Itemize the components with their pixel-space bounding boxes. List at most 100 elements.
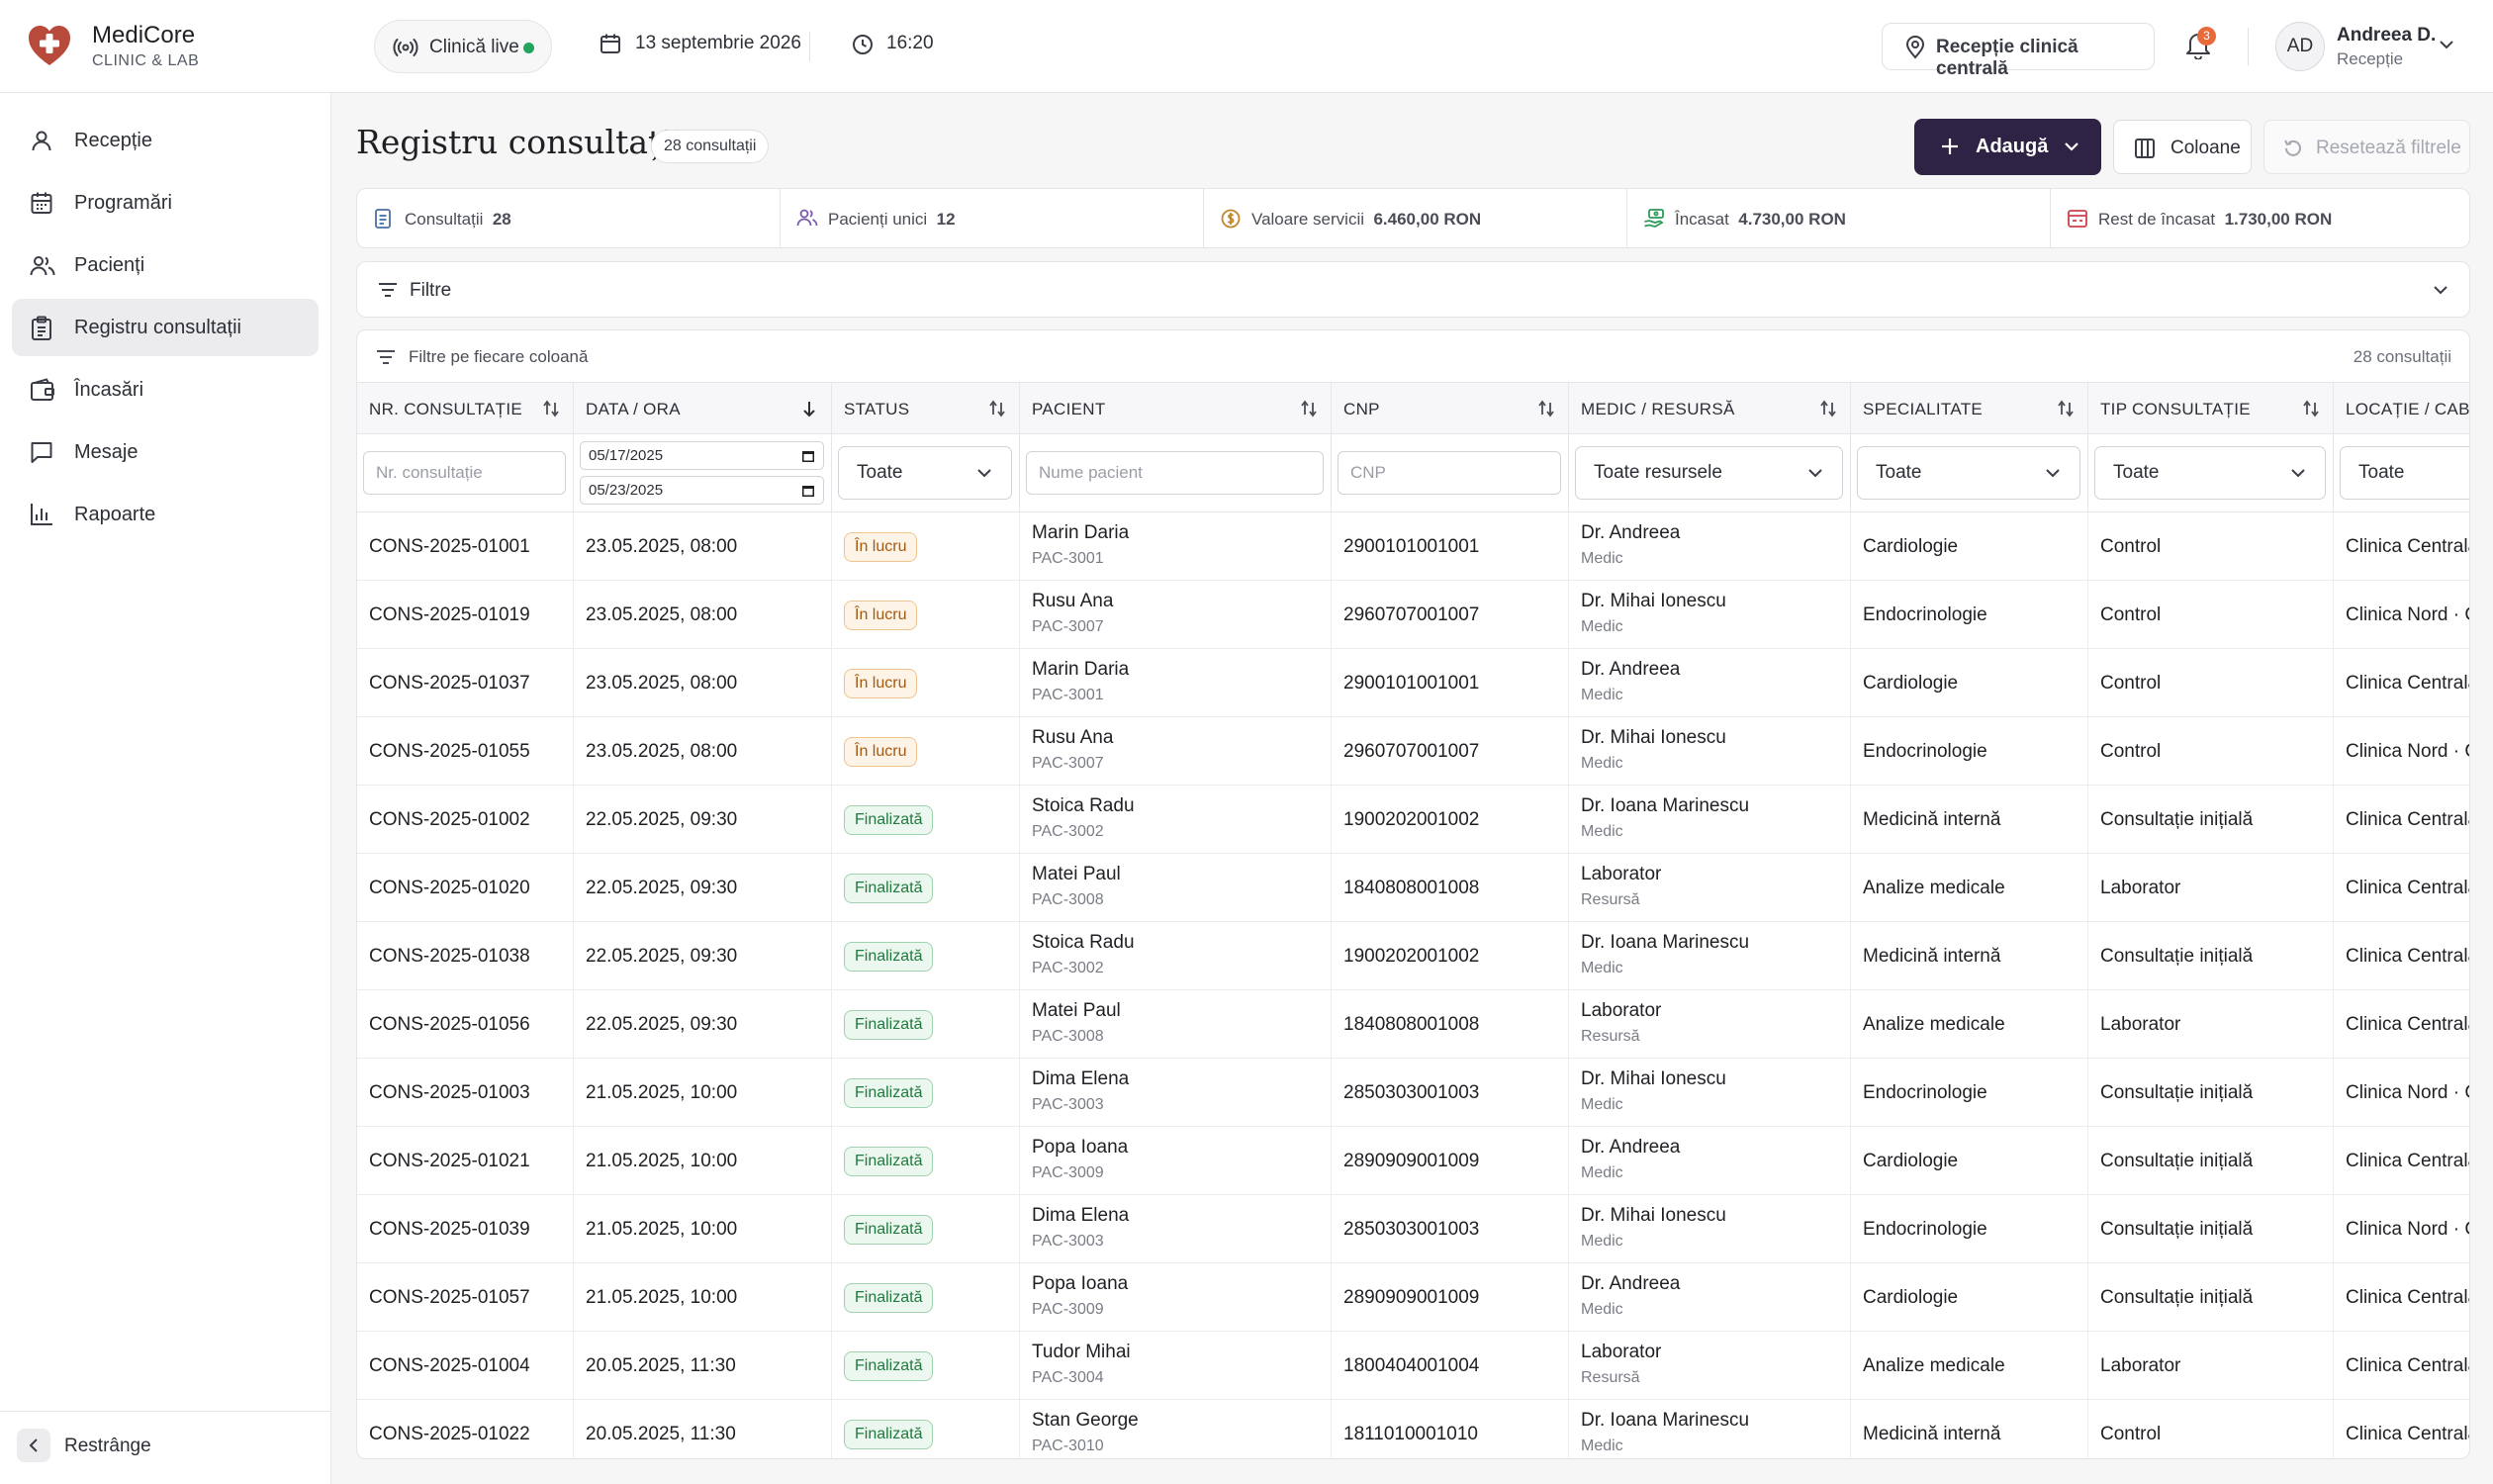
table-row[interactable]: CONS-2025-01021 21.05.2025, 10:00 Finaliza… [357, 1127, 2469, 1195]
patient-name[interactable]: Marin Daria [1032, 522, 1129, 544]
medic-filter-select[interactable]: Toate resursele [1575, 446, 1843, 500]
table-row[interactable]: CONS-2025-01056 22.05.2025, 09:30 Finaliza… [357, 990, 2469, 1059]
table-row[interactable]: CONS-2025-01039 21.05.2025, 10:00 Finaliza… [357, 1195, 2469, 1263]
sidebar-item-programari[interactable]: Programări [12, 174, 319, 232]
consultation-number[interactable]: CONS-2025-01003 [369, 1082, 530, 1104]
patient-name[interactable]: Popa Ioana [1032, 1273, 1128, 1295]
patient-name[interactable]: Stoica Radu [1032, 795, 1135, 817]
patient-name[interactable]: Dima Elena [1032, 1068, 1129, 1090]
column-header-patient[interactable]: PACIENT [1020, 383, 1332, 434]
status-filter-select[interactable]: Toate [838, 446, 1012, 500]
patient-name[interactable]: Rusu Ana [1032, 727, 1113, 749]
patient-name[interactable]: Matei Paul [1032, 864, 1121, 885]
collapse-sidebar-label[interactable]: Restrânge [64, 1436, 151, 1457]
column-header-date[interactable]: DATA / ORA [574, 383, 832, 434]
consultation-number[interactable]: CONS-2025-01057 [369, 1287, 530, 1309]
consultation-number[interactable]: CONS-2025-01056 [369, 1014, 530, 1036]
sort-icon[interactable] [987, 399, 1007, 418]
reset-filters-button[interactable]: Resetează filtrele [2263, 120, 2470, 174]
wallet-icon [31, 378, 54, 401]
column-header-status[interactable]: STATUS [832, 383, 1020, 434]
location-selector[interactable]: Recepție clinică centrală [1882, 23, 2155, 79]
sidebar-item-receptie[interactable]: Recepție [12, 112, 319, 169]
sort-icon[interactable] [1299, 399, 1319, 418]
table-row[interactable]: CONS-2025-01002 22.05.2025, 09:30 Finaliza… [357, 786, 2469, 854]
type-filter-select[interactable]: Toate [2094, 446, 2326, 500]
column-header-nr[interactable]: NR. CONSULTAȚIE [357, 383, 574, 434]
patient-name[interactable]: Dima Elena [1032, 1205, 1129, 1227]
table-row[interactable]: CONS-2025-01022 20.05.2025, 11:30 Finaliza… [357, 1400, 2469, 1458]
table-count: 28 consultații [2353, 347, 2451, 366]
patient-name[interactable]: Stoica Radu [1032, 932, 1135, 954]
medic-name: Dr. Ioana Marinescu [1581, 1410, 1750, 1431]
consultation-type: Consultație inițială [2100, 1151, 2254, 1171]
sort-icon[interactable] [1536, 399, 1556, 418]
user-avatar[interactable]: AD [2275, 22, 2325, 71]
consultation-number-filter-input[interactable]: Nr. consultație [363, 451, 566, 495]
patient-name-filter-input[interactable]: Nume pacient [1026, 451, 1324, 495]
clinic-live-pill[interactable]: Clinică live [374, 20, 552, 73]
consultation-number[interactable]: CONS-2025-01004 [369, 1355, 530, 1377]
consultation-number[interactable]: CONS-2025-01019 [369, 604, 530, 626]
patient-name[interactable]: Tudor Mihai [1032, 1342, 1131, 1363]
sidebar-item-incasari[interactable]: Încasări [12, 361, 319, 418]
table-row[interactable]: CONS-2025-01020 22.05.2025, 09:30 Finaliza… [357, 854, 2469, 922]
columns-icon [2135, 139, 2155, 158]
patient-name[interactable]: Marin Daria [1032, 659, 1129, 681]
sidebar-item-registru-consultatii[interactable]: Registru consultații [12, 299, 319, 356]
cnp-filter-input[interactable]: CNP [1338, 451, 1561, 495]
table-row[interactable]: CONS-2025-01003 21.05.2025, 10:00 Finaliza… [357, 1059, 2469, 1127]
header-time: 16:20 [886, 33, 934, 53]
sort-icon[interactable] [2301, 399, 2321, 418]
sidebar-item-pacienti[interactable]: Pacienți [12, 236, 319, 294]
consultation-number[interactable]: CONS-2025-01020 [369, 878, 530, 899]
table-row[interactable]: CONS-2025-01057 21.05.2025, 10:00 Finaliza… [357, 1263, 2469, 1332]
filters-panel-toggle[interactable]: Filtre [356, 261, 2470, 318]
consultation-number[interactable]: CONS-2025-01055 [369, 741, 530, 763]
collapse-sidebar-button[interactable] [17, 1429, 50, 1462]
table-row[interactable]: CONS-2025-01004 20.05.2025, 11:30 Finaliza… [357, 1332, 2469, 1400]
location-filter-select[interactable]: Toate [2340, 446, 2469, 500]
consultation-number[interactable]: CONS-2025-01002 [369, 809, 530, 831]
user-name[interactable]: Andreea D. [2337, 25, 2436, 46]
sort-icon[interactable] [1818, 399, 1838, 418]
consultation-number[interactable]: CONS-2025-01022 [369, 1424, 530, 1445]
consultation-number[interactable]: CONS-2025-01037 [369, 673, 530, 695]
column-header-cnp[interactable]: CNP [1332, 383, 1569, 434]
coin-icon [1221, 209, 1241, 229]
patient-name[interactable]: Rusu Ana [1032, 591, 1113, 612]
sidebar-item-mesaje[interactable]: Mesaje [12, 423, 319, 481]
table-row[interactable]: CONS-2025-01038 22.05.2025, 09:30 Finaliza… [357, 922, 2469, 990]
column-header-medic[interactable]: MEDIC / RESURSĂ [1569, 383, 1851, 434]
column-header-specialty[interactable]: SPECIALITATE [1851, 383, 2088, 434]
consultation-number[interactable]: CONS-2025-01021 [369, 1151, 530, 1172]
sort-desc-icon[interactable] [799, 399, 819, 418]
chevron-down-icon [977, 469, 991, 478]
column-header-location[interactable]: LOCAȚIE / CABINET [2334, 383, 2469, 434]
specialty-filter-select[interactable]: Toate [1857, 446, 2080, 500]
sort-icon[interactable] [541, 399, 561, 418]
add-button[interactable]: Adaugă [1914, 119, 2101, 175]
date-to-input[interactable]: 05/23/2025 [580, 476, 824, 505]
patient-name[interactable]: Matei Paul [1032, 1000, 1121, 1022]
stat-value: 6.460,00 RON [1373, 210, 1482, 229]
date-from-input[interactable]: 05/17/2025 [580, 441, 824, 470]
table-row[interactable]: CONS-2025-01019 23.05.2025, 08:00 În lucru… [357, 581, 2469, 649]
table-row[interactable]: CONS-2025-01037 23.05.2025, 08:00 În lucru… [357, 649, 2469, 717]
consultation-number[interactable]: CONS-2025-01038 [369, 946, 530, 968]
patient-id: PAC-3002 [1032, 960, 1104, 976]
columns-button[interactable]: Coloane [2113, 120, 2252, 174]
sidebar-item-rapoarte[interactable]: Rapoarte [12, 486, 319, 543]
chevron-left-icon [29, 1438, 38, 1452]
specialty: Medicină internă [1863, 1424, 2001, 1444]
patient-name[interactable]: Popa Ioana [1032, 1137, 1128, 1159]
chevron-down-icon[interactable] [2438, 38, 2455, 51]
consultation-number[interactable]: CONS-2025-01001 [369, 536, 530, 558]
table-row[interactable]: CONS-2025-01055 23.05.2025, 08:00 În lucru… [357, 717, 2469, 786]
column-header-type[interactable]: TIP CONSULTAȚIE [2088, 383, 2334, 434]
chart-icon [31, 504, 52, 525]
sort-icon[interactable] [2056, 399, 2076, 418]
consultation-number[interactable]: CONS-2025-01039 [369, 1219, 530, 1241]
patient-name[interactable]: Stan George [1032, 1410, 1139, 1432]
table-row[interactable]: CONS-2025-01001 23.05.2025, 08:00 În lucru… [357, 512, 2469, 581]
